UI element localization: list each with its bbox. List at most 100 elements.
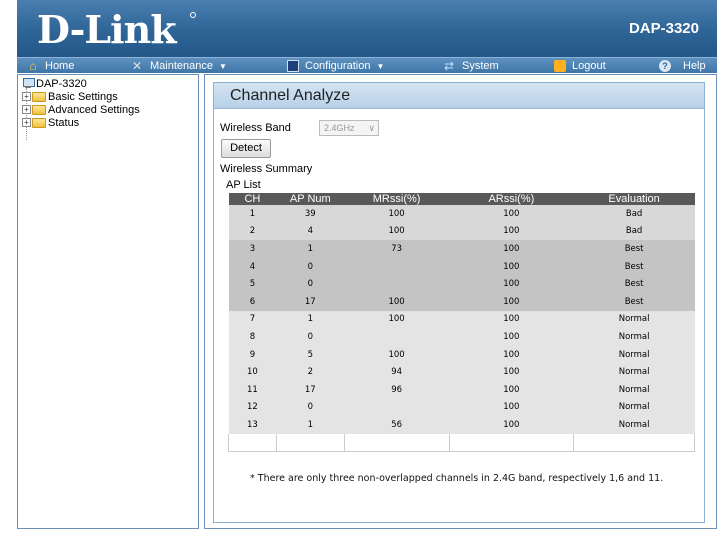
table-cell-ap: 2: [276, 363, 345, 381]
expand-icon[interactable]: +: [22, 105, 31, 114]
table-cell-ch: 13: [228, 416, 277, 434]
system-icon: ⇄: [444, 59, 455, 73]
detect-button[interactable]: Detect: [221, 139, 271, 158]
table-row: 2 4 100 100 Bad: [228, 222, 695, 241]
table-cell-mr: 96: [344, 380, 449, 399]
menu-home[interactable]: ⌂ Home: [27, 58, 74, 74]
wireless-band-select[interactable]: 2.4GHz ∨: [319, 120, 379, 136]
table-cell-ch: 7: [228, 310, 277, 329]
table-cell-ar: 100: [449, 222, 574, 241]
table-cell-ap: 0: [276, 328, 345, 346]
table-cell-ap: 1: [276, 310, 345, 329]
table-cell-mr: [344, 257, 449, 276]
table-cell-ar: 100: [449, 292, 574, 311]
menu-help[interactable]: ? Help: [659, 58, 706, 74]
folder-icon: [32, 91, 46, 102]
table-cell-ch: 8: [228, 328, 277, 346]
table-cell-empty: [343, 433, 450, 453]
save-disk-icon: [287, 60, 299, 72]
table-cell-mr: 56: [344, 416, 449, 434]
column-header: Evaluation: [573, 193, 695, 205]
menu-bar: ⌂ Home ✕ Maintenance ▼ Configuration ▼ ⇄…: [17, 57, 717, 73]
folder-icon: [32, 117, 46, 128]
table-cell-mr: 100: [344, 292, 449, 311]
table-cell-ev: Best: [573, 240, 695, 258]
computer-icon: [22, 78, 35, 89]
table-cell-ch: 3: [228, 240, 277, 258]
table-cell-ev: Best: [573, 257, 695, 276]
chevron-down-icon: ▼: [376, 61, 385, 71]
page-title: Channel Analyze: [214, 83, 704, 109]
table-row: 6 17 100 100 Best: [228, 292, 695, 311]
table-cell-ap: 17: [276, 292, 345, 311]
table-empty-row: [228, 433, 695, 453]
table-cell-ev: Normal: [573, 310, 695, 329]
chevron-down-icon: ▼: [219, 61, 227, 71]
menu-configuration[interactable]: Configuration ▼: [287, 58, 384, 74]
menu-system-label: System: [462, 60, 499, 72]
wireless-band-value: 2.4GHz: [324, 123, 355, 133]
channel-analyze-section: Channel Analyze Wireless Band 2.4GHz ∨ D…: [213, 82, 705, 523]
table-cell-ch: 9: [228, 345, 277, 364]
table-cell-ap: 17: [276, 380, 345, 399]
tree-item-advanced-settings[interactable]: + Advanced Settings: [22, 103, 140, 116]
dlink-logo: D-Link: [37, 7, 177, 52]
table-row: 10 2 94 100 Normal: [228, 363, 695, 381]
table-cell-mr: [344, 275, 449, 293]
table-header-row: CH AP Num MRssi(%) ARssi(%) Evaluation: [228, 193, 695, 205]
column-header: MRssi(%): [344, 193, 449, 205]
table-row: 5 0 100 Best: [228, 275, 695, 293]
table-cell-mr: [344, 328, 449, 346]
table-row: 13 1 56 100 Normal: [228, 416, 695, 434]
table-row: 11 17 96 100 Normal: [228, 380, 695, 399]
table-cell-ch: 5: [228, 275, 277, 293]
table-cell-mr: 73: [344, 240, 449, 258]
menu-maintenance[interactable]: ✕ Maintenance ▼: [132, 58, 227, 74]
menu-logout-label: Logout: [572, 60, 606, 72]
ap-list-label: AP List: [226, 179, 261, 191]
menu-system[interactable]: ⇄ System: [444, 58, 499, 74]
logout-icon: [554, 60, 566, 72]
menu-configuration-label: Configuration: [305, 60, 371, 72]
table-cell-ar: 100: [449, 416, 574, 434]
ap-list-table: CH AP Num MRssi(%) ARssi(%) Evaluation 1…: [228, 193, 695, 453]
header-banner: D-Link DAP-3320: [17, 0, 717, 57]
table-cell-empty: [448, 433, 575, 453]
table-cell-mr: 100: [344, 310, 449, 329]
table-cell-ch: 11: [228, 380, 277, 399]
tree-item-status[interactable]: + Status: [22, 116, 79, 129]
expand-icon[interactable]: +: [22, 118, 31, 127]
table-row: 9 5 100 100 Normal: [228, 345, 695, 364]
tree-item-label: Status: [48, 116, 80, 129]
menu-logout[interactable]: Logout: [554, 58, 606, 74]
table-cell-ev: Normal: [573, 398, 695, 417]
table-cell-ar: 100: [449, 345, 574, 364]
tools-icon: ✕: [132, 59, 143, 73]
chevron-down-icon: ∨: [368, 123, 375, 133]
table-cell-empty: [228, 433, 277, 453]
table-cell-ev: Best: [573, 292, 695, 311]
table-cell-ap: 1: [276, 416, 345, 434]
table-cell-ch: 12: [228, 398, 277, 417]
table-row: 1 39 100 100 Bad: [228, 205, 695, 223]
main-panel: Channel Analyze Wireless Band 2.4GHz ∨ D…: [204, 74, 717, 529]
table-cell-ch: 4: [228, 257, 277, 276]
table-cell-ch: 1: [228, 205, 277, 223]
tree-root-label: DAP-3320: [36, 77, 87, 90]
table-cell-ap: 1: [276, 240, 345, 258]
table-cell-ar: 100: [449, 380, 574, 399]
tree-item-basic-settings[interactable]: + Basic Settings: [22, 90, 118, 103]
table-cell-ap: 39: [276, 205, 345, 223]
tree-item-label: Basic Settings: [48, 90, 118, 103]
table-cell-mr: 94: [344, 363, 449, 381]
wireless-band-label: Wireless Band: [220, 122, 291, 134]
table-cell-mr: 100: [344, 205, 449, 223]
table-cell-mr: [344, 398, 449, 417]
table-cell-ch: 6: [228, 292, 277, 311]
tree-root-device[interactable]: DAP-3320: [22, 77, 87, 90]
column-header: CH: [228, 193, 277, 205]
expand-icon[interactable]: +: [22, 92, 31, 101]
table-cell-ar: 100: [449, 275, 574, 293]
home-icon: ⌂: [29, 59, 37, 73]
table-cell-ap: 5: [276, 345, 345, 364]
